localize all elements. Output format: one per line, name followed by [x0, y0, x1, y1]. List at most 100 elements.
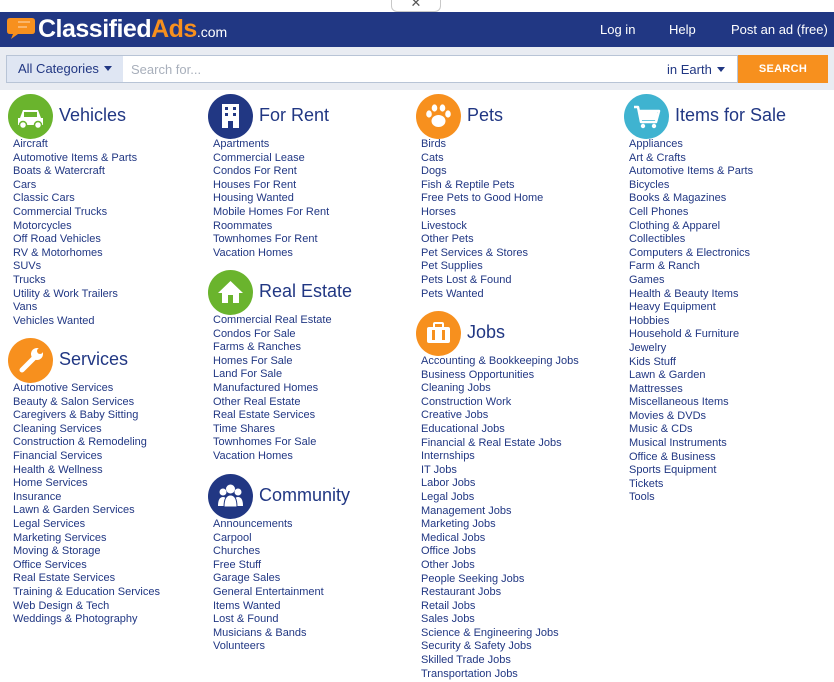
category-link[interactable]: Volunteers — [213, 640, 324, 654]
category-link[interactable]: IT Jobs — [421, 464, 579, 478]
category-link[interactable]: Other Jobs — [421, 559, 579, 573]
category-link[interactable]: Caregivers & Baby Sitting — [13, 409, 160, 423]
category-link[interactable]: Mattresses — [629, 383, 753, 397]
category-link[interactable]: Fish & Reptile Pets — [421, 179, 543, 193]
category-link[interactable]: RV & Motorhomes — [13, 247, 137, 261]
category-link[interactable]: Insurance — [13, 491, 160, 505]
section-header[interactable]: Community — [208, 474, 408, 519]
category-link[interactable]: Livestock — [421, 220, 543, 234]
category-link[interactable]: Transportation Jobs — [421, 668, 579, 682]
category-link[interactable]: Classic Cars — [13, 192, 137, 206]
site-logo[interactable]: ClassifiedAds.com — [38, 15, 227, 44]
category-link[interactable]: Sports Equipment — [629, 464, 753, 478]
category-link[interactable]: Pets Wanted — [421, 288, 543, 302]
category-link[interactable]: Legal Services — [13, 518, 160, 532]
category-link[interactable]: Mobile Homes For Rent — [213, 206, 329, 220]
category-link[interactable]: Movies & DVDs — [629, 410, 753, 424]
category-link[interactable]: Health & Beauty Items — [629, 288, 753, 302]
category-link[interactable]: Creative Jobs — [421, 409, 579, 423]
category-link[interactable]: Lawn & Garden Services — [13, 504, 160, 518]
category-link[interactable]: Jewelry — [629, 342, 753, 356]
category-link[interactable]: Vehicles Wanted — [13, 315, 137, 329]
search-input[interactable] — [131, 58, 651, 80]
category-link[interactable]: Security & Safety Jobs — [421, 640, 579, 654]
category-link[interactable]: Training & Education Services — [13, 586, 160, 600]
post-ad-link[interactable]: Post an ad (free) — [731, 22, 828, 37]
category-link[interactable]: Office Services — [13, 559, 160, 573]
category-link[interactable]: Automotive Services — [13, 382, 160, 396]
category-link[interactable]: Land For Sale — [213, 368, 332, 382]
category-link[interactable]: Farm & Ranch — [629, 260, 753, 274]
category-link[interactable]: Utility & Work Trailers — [13, 288, 137, 302]
category-link[interactable]: Weddings & Photography — [13, 613, 160, 627]
category-link[interactable]: Off Road Vehicles — [13, 233, 137, 247]
category-link[interactable]: Games — [629, 274, 753, 288]
category-link[interactable]: Marketing Jobs — [421, 518, 579, 532]
section-header[interactable]: Real Estate — [208, 270, 408, 315]
category-link[interactable]: Houses For Rent — [213, 179, 329, 193]
category-link[interactable]: Legal Jobs — [421, 491, 579, 505]
category-link[interactable]: General Entertainment — [213, 586, 324, 600]
category-link[interactable]: Condos For Rent — [213, 165, 329, 179]
category-link[interactable]: Hobbies — [629, 315, 753, 329]
category-link[interactable]: Real Estate Services — [13, 572, 160, 586]
category-link[interactable]: Horses — [421, 206, 543, 220]
category-link[interactable]: Clothing & Apparel — [629, 220, 753, 234]
section-header[interactable]: Jobs — [416, 311, 616, 356]
category-link[interactable]: Automotive Items & Parts — [13, 152, 137, 166]
category-link[interactable]: Apartments — [213, 138, 329, 152]
category-link[interactable]: Townhomes For Sale — [213, 436, 332, 450]
category-link[interactable]: Tools — [629, 491, 753, 505]
category-link[interactable]: Appliances — [629, 138, 753, 152]
category-link[interactable]: Books & Magazines — [629, 192, 753, 206]
category-link[interactable]: Moving & Storage — [13, 545, 160, 559]
category-link[interactable]: Vacation Homes — [213, 450, 332, 464]
category-link[interactable]: Construction & Remodeling — [13, 436, 160, 450]
category-link[interactable]: Business Opportunities — [421, 369, 579, 383]
category-link[interactable]: Dogs — [421, 165, 543, 179]
category-link[interactable]: Boats & Watercraft — [13, 165, 137, 179]
category-link[interactable]: Art & Crafts — [629, 152, 753, 166]
category-link[interactable]: Cats — [421, 152, 543, 166]
category-link[interactable]: Items Wanted — [213, 600, 324, 614]
category-link[interactable]: Web Design & Tech — [13, 600, 160, 614]
category-link[interactable]: Science & Engineering Jobs — [421, 627, 579, 641]
category-link[interactable]: Vans — [13, 301, 137, 315]
category-link[interactable]: People Seeking Jobs — [421, 573, 579, 587]
category-link[interactable]: Roommates — [213, 220, 329, 234]
category-link[interactable]: Management Jobs — [421, 505, 579, 519]
category-link[interactable]: Restaurant Jobs — [421, 586, 579, 600]
section-header[interactable]: For Rent — [208, 94, 408, 139]
category-link[interactable]: Trucks — [13, 274, 137, 288]
category-link[interactable]: Condos For Sale — [213, 328, 332, 342]
category-link[interactable]: Household & Furniture — [629, 328, 753, 342]
category-link[interactable]: Kids Stuff — [629, 356, 753, 370]
category-select[interactable]: All Categories — [7, 56, 123, 82]
section-header[interactable]: Pets — [416, 94, 616, 139]
category-link[interactable]: SUVs — [13, 260, 137, 274]
category-link[interactable]: Financial Services — [13, 450, 160, 464]
close-icon[interactable]: ✕ — [391, 0, 441, 12]
section-header[interactable]: Services — [8, 338, 208, 383]
category-link[interactable]: Marketing Services — [13, 532, 160, 546]
category-link[interactable]: Tickets — [629, 478, 753, 492]
category-link[interactable]: Music & CDs — [629, 423, 753, 437]
category-link[interactable]: Townhomes For Rent — [213, 233, 329, 247]
category-link[interactable]: Automotive Items & Parts — [629, 165, 753, 179]
category-link[interactable]: Announcements — [213, 518, 324, 532]
category-link[interactable]: Health & Wellness — [13, 464, 160, 478]
category-link[interactable]: Vacation Homes — [213, 247, 329, 261]
category-link[interactable]: Manufactured Homes — [213, 382, 332, 396]
category-link[interactable]: Medical Jobs — [421, 532, 579, 546]
category-link[interactable]: Aircraft — [13, 138, 137, 152]
category-link[interactable]: Housing Wanted — [213, 192, 329, 206]
category-link[interactable]: Collectibles — [629, 233, 753, 247]
category-link[interactable]: Cleaning Services — [13, 423, 160, 437]
category-link[interactable]: Cleaning Jobs — [421, 382, 579, 396]
search-button[interactable]: SEARCH — [738, 55, 828, 83]
category-link[interactable]: Pet Services & Stores — [421, 247, 543, 261]
category-link[interactable]: Computers & Electronics — [629, 247, 753, 261]
category-link[interactable]: Lost & Found — [213, 613, 324, 627]
category-link[interactable]: Labor Jobs — [421, 477, 579, 491]
category-link[interactable]: Home Services — [13, 477, 160, 491]
